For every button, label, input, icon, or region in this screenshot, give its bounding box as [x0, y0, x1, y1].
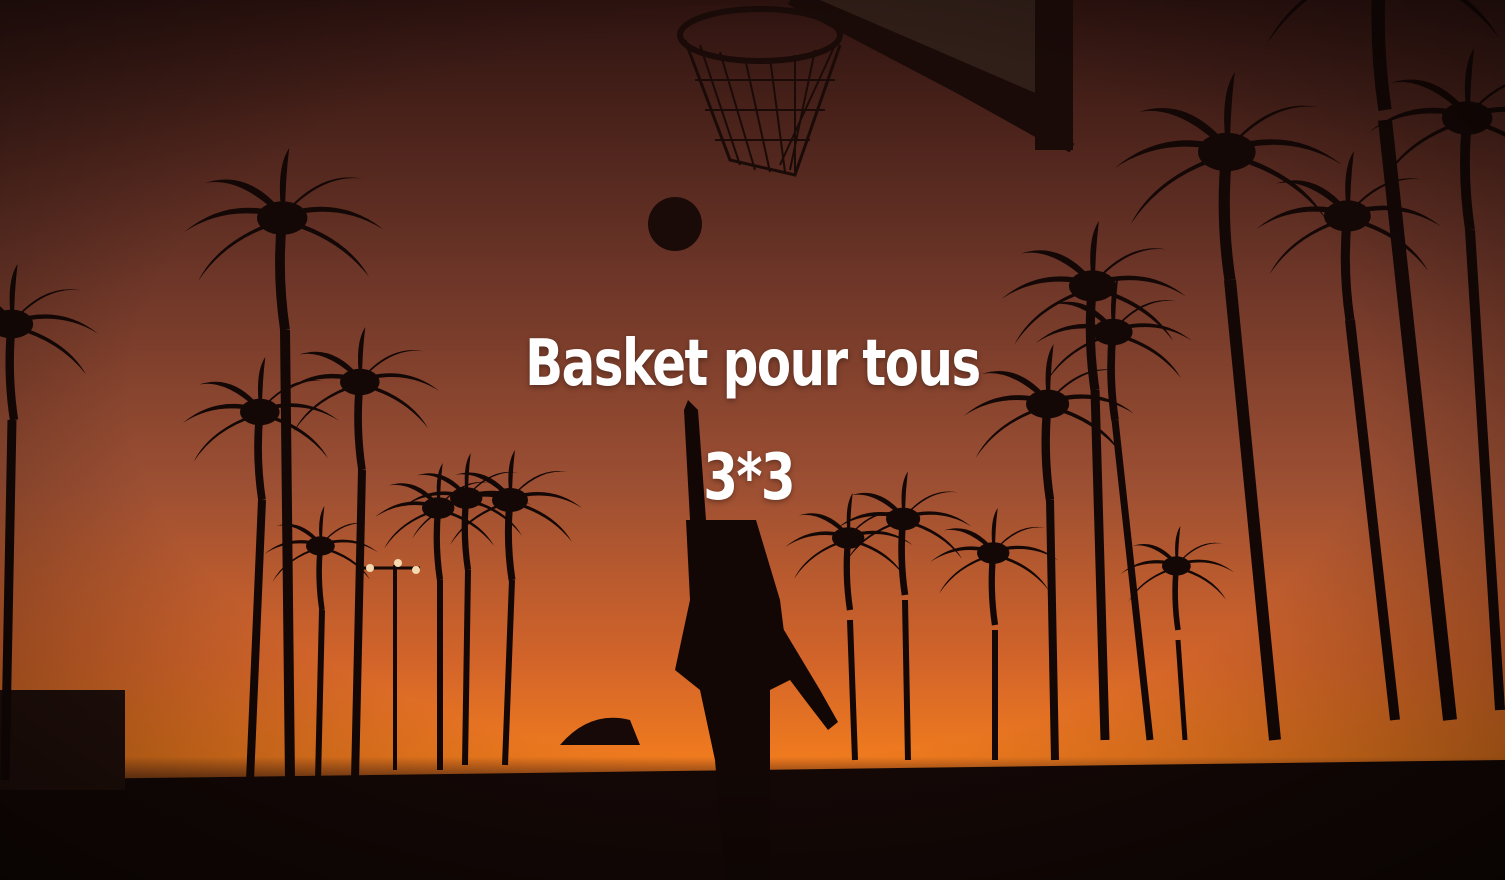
hero-title: Basket pour tous — [525, 327, 981, 401]
hero-section: Basket pour tous 3*3 — [0, 0, 1505, 880]
hero-subtitle: 3*3 — [703, 441, 795, 515]
